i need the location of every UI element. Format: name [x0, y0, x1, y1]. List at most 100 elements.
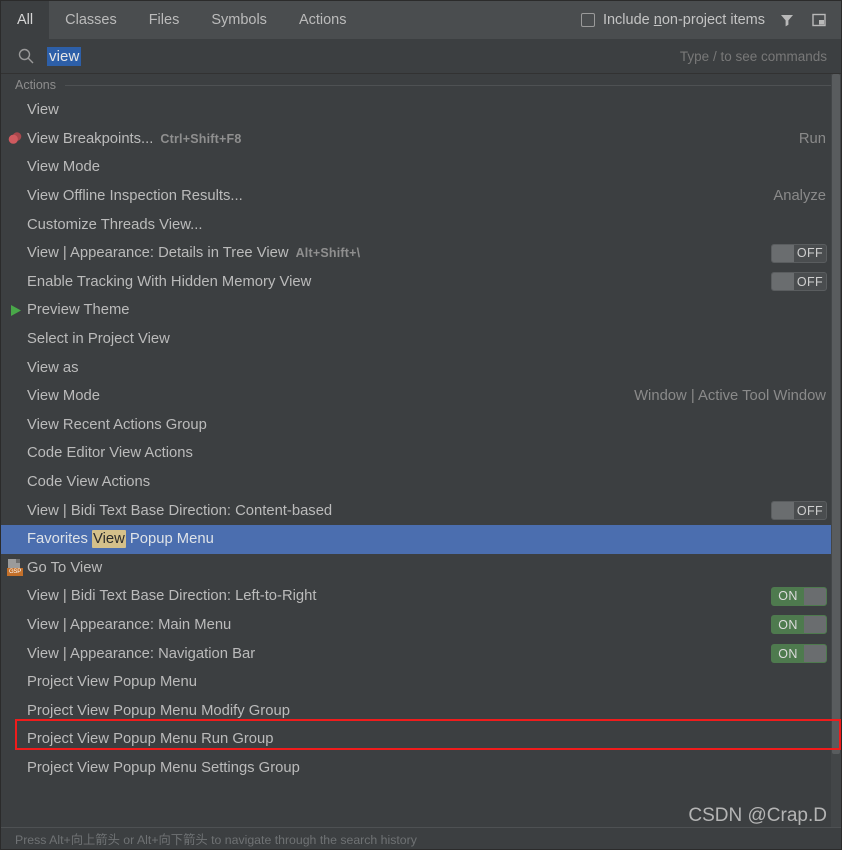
- result-row[interactable]: Preview Theme: [1, 296, 841, 325]
- result-row-label: Code Editor View Actions: [27, 445, 193, 462]
- result-row-location: Run: [798, 130, 826, 147]
- row-icon-empty: [4, 672, 27, 692]
- result-row[interactable]: View Mode Window | Active Tool Window: [1, 382, 841, 411]
- toggle-label: ON: [778, 589, 798, 604]
- result-row-label: View as: [27, 359, 79, 376]
- toggle-knob: [772, 244, 794, 262]
- tab-bar: All Classes Files Symbols Actions Include no…: [1, 1, 841, 39]
- include-non-project-items-checkbox[interactable]: Include non-project items: [580, 12, 765, 28]
- result-row[interactable]: View Mode: [1, 153, 841, 182]
- result-row[interactable]: Code Editor View Actions: [1, 439, 841, 468]
- row-icon-empty: [4, 186, 27, 206]
- tab-symbols[interactable]: Symbols: [195, 1, 283, 39]
- row-icon-empty: [4, 443, 27, 463]
- group-header-divider: [65, 84, 839, 86]
- row-icon-empty: [4, 243, 27, 263]
- toggle-label: ON: [778, 617, 798, 632]
- results-list: Actions View View Breakpoints... Ctrl+Shif…: [1, 74, 841, 827]
- match-highlight: View: [91, 530, 126, 549]
- row-icon-empty: [4, 272, 27, 292]
- result-row-label: Select in Project View: [27, 331, 170, 348]
- toggle-switch[interactable]: OFF: [771, 501, 827, 521]
- result-row-label: Project View Popup Menu Run Group: [27, 731, 274, 748]
- toggle-knob: [804, 645, 826, 663]
- result-row[interactable]: Project View Popup Menu Settings Group: [1, 754, 841, 783]
- result-row-label: Go To View: [27, 559, 103, 576]
- row-icon-empty: [4, 644, 27, 664]
- result-row[interactable]: View as: [1, 353, 841, 382]
- result-row[interactable]: View | Appearance: Details in Tree View A…: [1, 239, 841, 268]
- search-row[interactable]: view Type / to see commands: [1, 39, 841, 74]
- filter-funnel-icon[interactable]: [777, 10, 797, 30]
- result-row-label: View Recent Actions Group: [27, 416, 207, 433]
- scrollbar-thumb[interactable]: [832, 74, 840, 754]
- tab-files[interactable]: Files: [133, 1, 196, 39]
- vertical-scrollbar[interactable]: [831, 74, 841, 827]
- tab-actions[interactable]: Actions: [283, 1, 363, 39]
- result-row[interactable]: View | Appearance: Navigation Bar ON: [1, 639, 841, 668]
- tab-classes[interactable]: Classes: [49, 1, 133, 39]
- toggle-label: ON: [778, 646, 798, 661]
- toggle-switch[interactable]: OFF: [771, 243, 827, 263]
- result-row[interactable]: View | Bidi Text Base Direction: Content…: [1, 496, 841, 525]
- search-hint: Type / to see commands: [679, 48, 827, 64]
- row-icon-empty: [4, 358, 27, 378]
- result-row[interactable]: View | Appearance: Main Menu ON: [1, 611, 841, 640]
- toggle-label: OFF: [796, 503, 824, 518]
- row-icon-empty: [4, 729, 27, 749]
- result-row[interactable]: Select in Project View: [1, 325, 841, 354]
- status-bar: Press Alt+向上箭头 or Alt+向下箭头 to navigate t…: [1, 827, 841, 849]
- result-row-label: Favorites View Popup Menu: [27, 530, 214, 549]
- result-row[interactable]: Favorites View Popup Menu: [1, 524, 841, 554]
- result-row-label: Project View Popup Menu Modify Group: [27, 702, 290, 719]
- toggle-switch[interactable]: ON: [771, 615, 827, 635]
- toggle-switch[interactable]: OFF: [771, 272, 827, 292]
- result-row[interactable]: Customize Threads View...: [1, 210, 841, 239]
- toggle-knob: [772, 273, 794, 291]
- search-everywhere-dialog: All Classes Files Symbols Actions Include no…: [0, 0, 842, 850]
- result-row[interactable]: Project View Popup Menu: [1, 668, 841, 697]
- result-row[interactable]: Project View Popup Menu Modify Group: [1, 696, 841, 725]
- result-rows: View View Breakpoints... Ctrl+Shift+F8 Run V…: [1, 96, 841, 782]
- result-row-label: Enable Tracking With Hidden Memory View: [27, 273, 312, 290]
- result-row-label: View | Bidi Text Base Direction: Left-to…: [27, 588, 317, 605]
- row-icon-empty: [4, 758, 27, 778]
- result-row[interactable]: Project View Popup Menu Run Group: [1, 725, 841, 754]
- result-row[interactable]: View: [1, 96, 841, 125]
- result-row[interactable]: GSP Go To View: [1, 554, 841, 583]
- include-non-project-items-label: Include non-project items: [602, 12, 765, 28]
- search-input[interactable]: view: [47, 46, 82, 66]
- result-row-label: View Offline Inspection Results...: [27, 188, 243, 205]
- result-row[interactable]: View Offline Inspection Results... Analyz…: [1, 182, 841, 211]
- result-row[interactable]: Enable Tracking With Hidden Memory View O…: [1, 268, 841, 297]
- row-icon-empty: [4, 701, 27, 721]
- toggle-switch[interactable]: ON: [771, 644, 827, 664]
- result-row[interactable]: View | Bidi Text Base Direction: Left-to…: [1, 582, 841, 611]
- result-row-label: View | Appearance: Navigation Bar: [27, 645, 256, 662]
- result-row-label: View | Appearance: Details in Tree View: [27, 245, 289, 262]
- tab-all[interactable]: All: [1, 1, 50, 39]
- row-icon-empty: [4, 586, 27, 606]
- group-header-actions: Actions: [1, 74, 841, 96]
- row-icon-empty: [4, 100, 27, 120]
- preview-window-icon[interactable]: [809, 10, 829, 30]
- row-icon-empty: [4, 529, 27, 549]
- result-row-label: View Mode: [27, 159, 100, 176]
- result-row-label: View | Appearance: Main Menu: [27, 616, 232, 633]
- checkbox-box[interactable]: [580, 13, 595, 27]
- toggle-label: OFF: [796, 246, 824, 261]
- toggle-knob: [772, 502, 794, 520]
- result-row[interactable]: Code View Actions: [1, 468, 841, 497]
- toggle-label: OFF: [796, 274, 824, 289]
- row-icon-empty: [4, 157, 27, 177]
- result-row-label: View | Bidi Text Base Direction: Content…: [27, 502, 333, 519]
- play-icon: [4, 300, 27, 320]
- toggle-knob: [804, 616, 826, 634]
- result-row-label: View Breakpoints...: [27, 130, 154, 147]
- row-icon-empty: [4, 615, 27, 635]
- result-row[interactable]: View Recent Actions Group: [1, 411, 841, 440]
- row-icon-empty: [4, 215, 27, 235]
- toggle-switch[interactable]: ON: [771, 586, 827, 606]
- result-row-label: Code View Actions: [27, 474, 151, 491]
- result-row[interactable]: View Breakpoints... Ctrl+Shift+F8 Run: [1, 125, 841, 154]
